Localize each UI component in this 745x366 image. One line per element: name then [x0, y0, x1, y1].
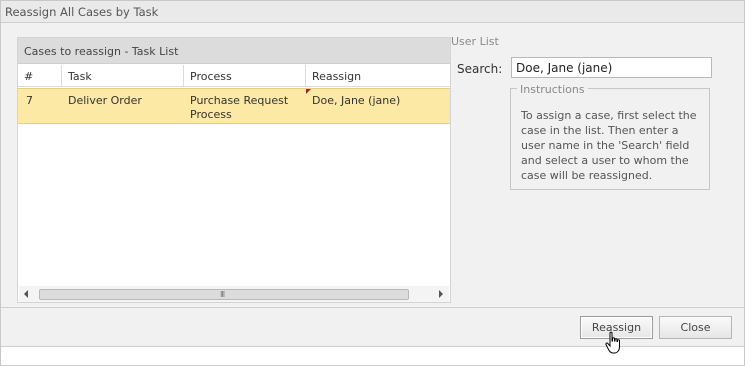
process-line-1: Purchase Request — [190, 94, 289, 107]
column-header-reassign[interactable]: Reassign — [306, 65, 450, 87]
edited-marker-icon — [306, 89, 311, 94]
task-list-header: Cases to reassign - Task List — [18, 38, 450, 64]
dialog-body: Cases to reassign - Task List # Task Pro… — [1, 24, 744, 307]
dialog-titlebar[interactable]: Reassign All Cases by Task — [1, 1, 744, 23]
reassign-dialog: Reassign All Cases by Task Cases to reas… — [0, 0, 745, 366]
table-row[interactable]: 7 Deliver Order Purchase Request Process… — [18, 88, 450, 124]
column-header-task[interactable]: Task — [62, 65, 184, 87]
column-header-number[interactable]: # — [18, 65, 62, 87]
column-header-process[interactable]: Process — [184, 65, 306, 87]
horizontal-scrollbar[interactable]: III — [19, 286, 449, 302]
column-label: Reassign — [312, 70, 362, 83]
close-button[interactable]: Close — [659, 316, 732, 339]
task-list-panel: Cases to reassign - Task List # Task Pro… — [17, 37, 451, 303]
dialog-title: Reassign All Cases by Task — [5, 5, 159, 19]
cell-process: Purchase Request Process — [190, 94, 288, 122]
column-label: Task — [68, 70, 92, 83]
column-label: # — [24, 70, 34, 83]
search-label: Search: — [457, 62, 503, 76]
instructions-text: To assign a case, first select the case … — [521, 109, 697, 182]
scroll-right-arrow-icon[interactable] — [439, 290, 443, 298]
task-list-title: Cases to reassign - Task List — [24, 45, 179, 58]
instructions-box: Instructions To assign a case, first sel… — [510, 83, 710, 190]
process-line-2: Process — [190, 108, 232, 121]
instructions-legend: Instructions — [517, 83, 588, 96]
column-label: Process — [190, 70, 232, 83]
hand-pointer-icon — [605, 331, 620, 354]
dialog-footer: Reassign Close — [1, 308, 744, 346]
cell-number: 7 — [26, 94, 33, 107]
scroll-left-arrow-icon[interactable] — [24, 290, 28, 298]
search-input[interactable] — [511, 57, 712, 78]
status-strip — [1, 346, 744, 365]
scrollbar-thumb[interactable]: III — [39, 289, 409, 300]
cell-reassign[interactable]: Doe, Jane (jane) — [312, 94, 400, 108]
scrollbar-grip-icon: III — [220, 290, 225, 299]
cell-task: Deliver Order — [68, 94, 142, 107]
user-list-label: User List — [451, 35, 499, 48]
